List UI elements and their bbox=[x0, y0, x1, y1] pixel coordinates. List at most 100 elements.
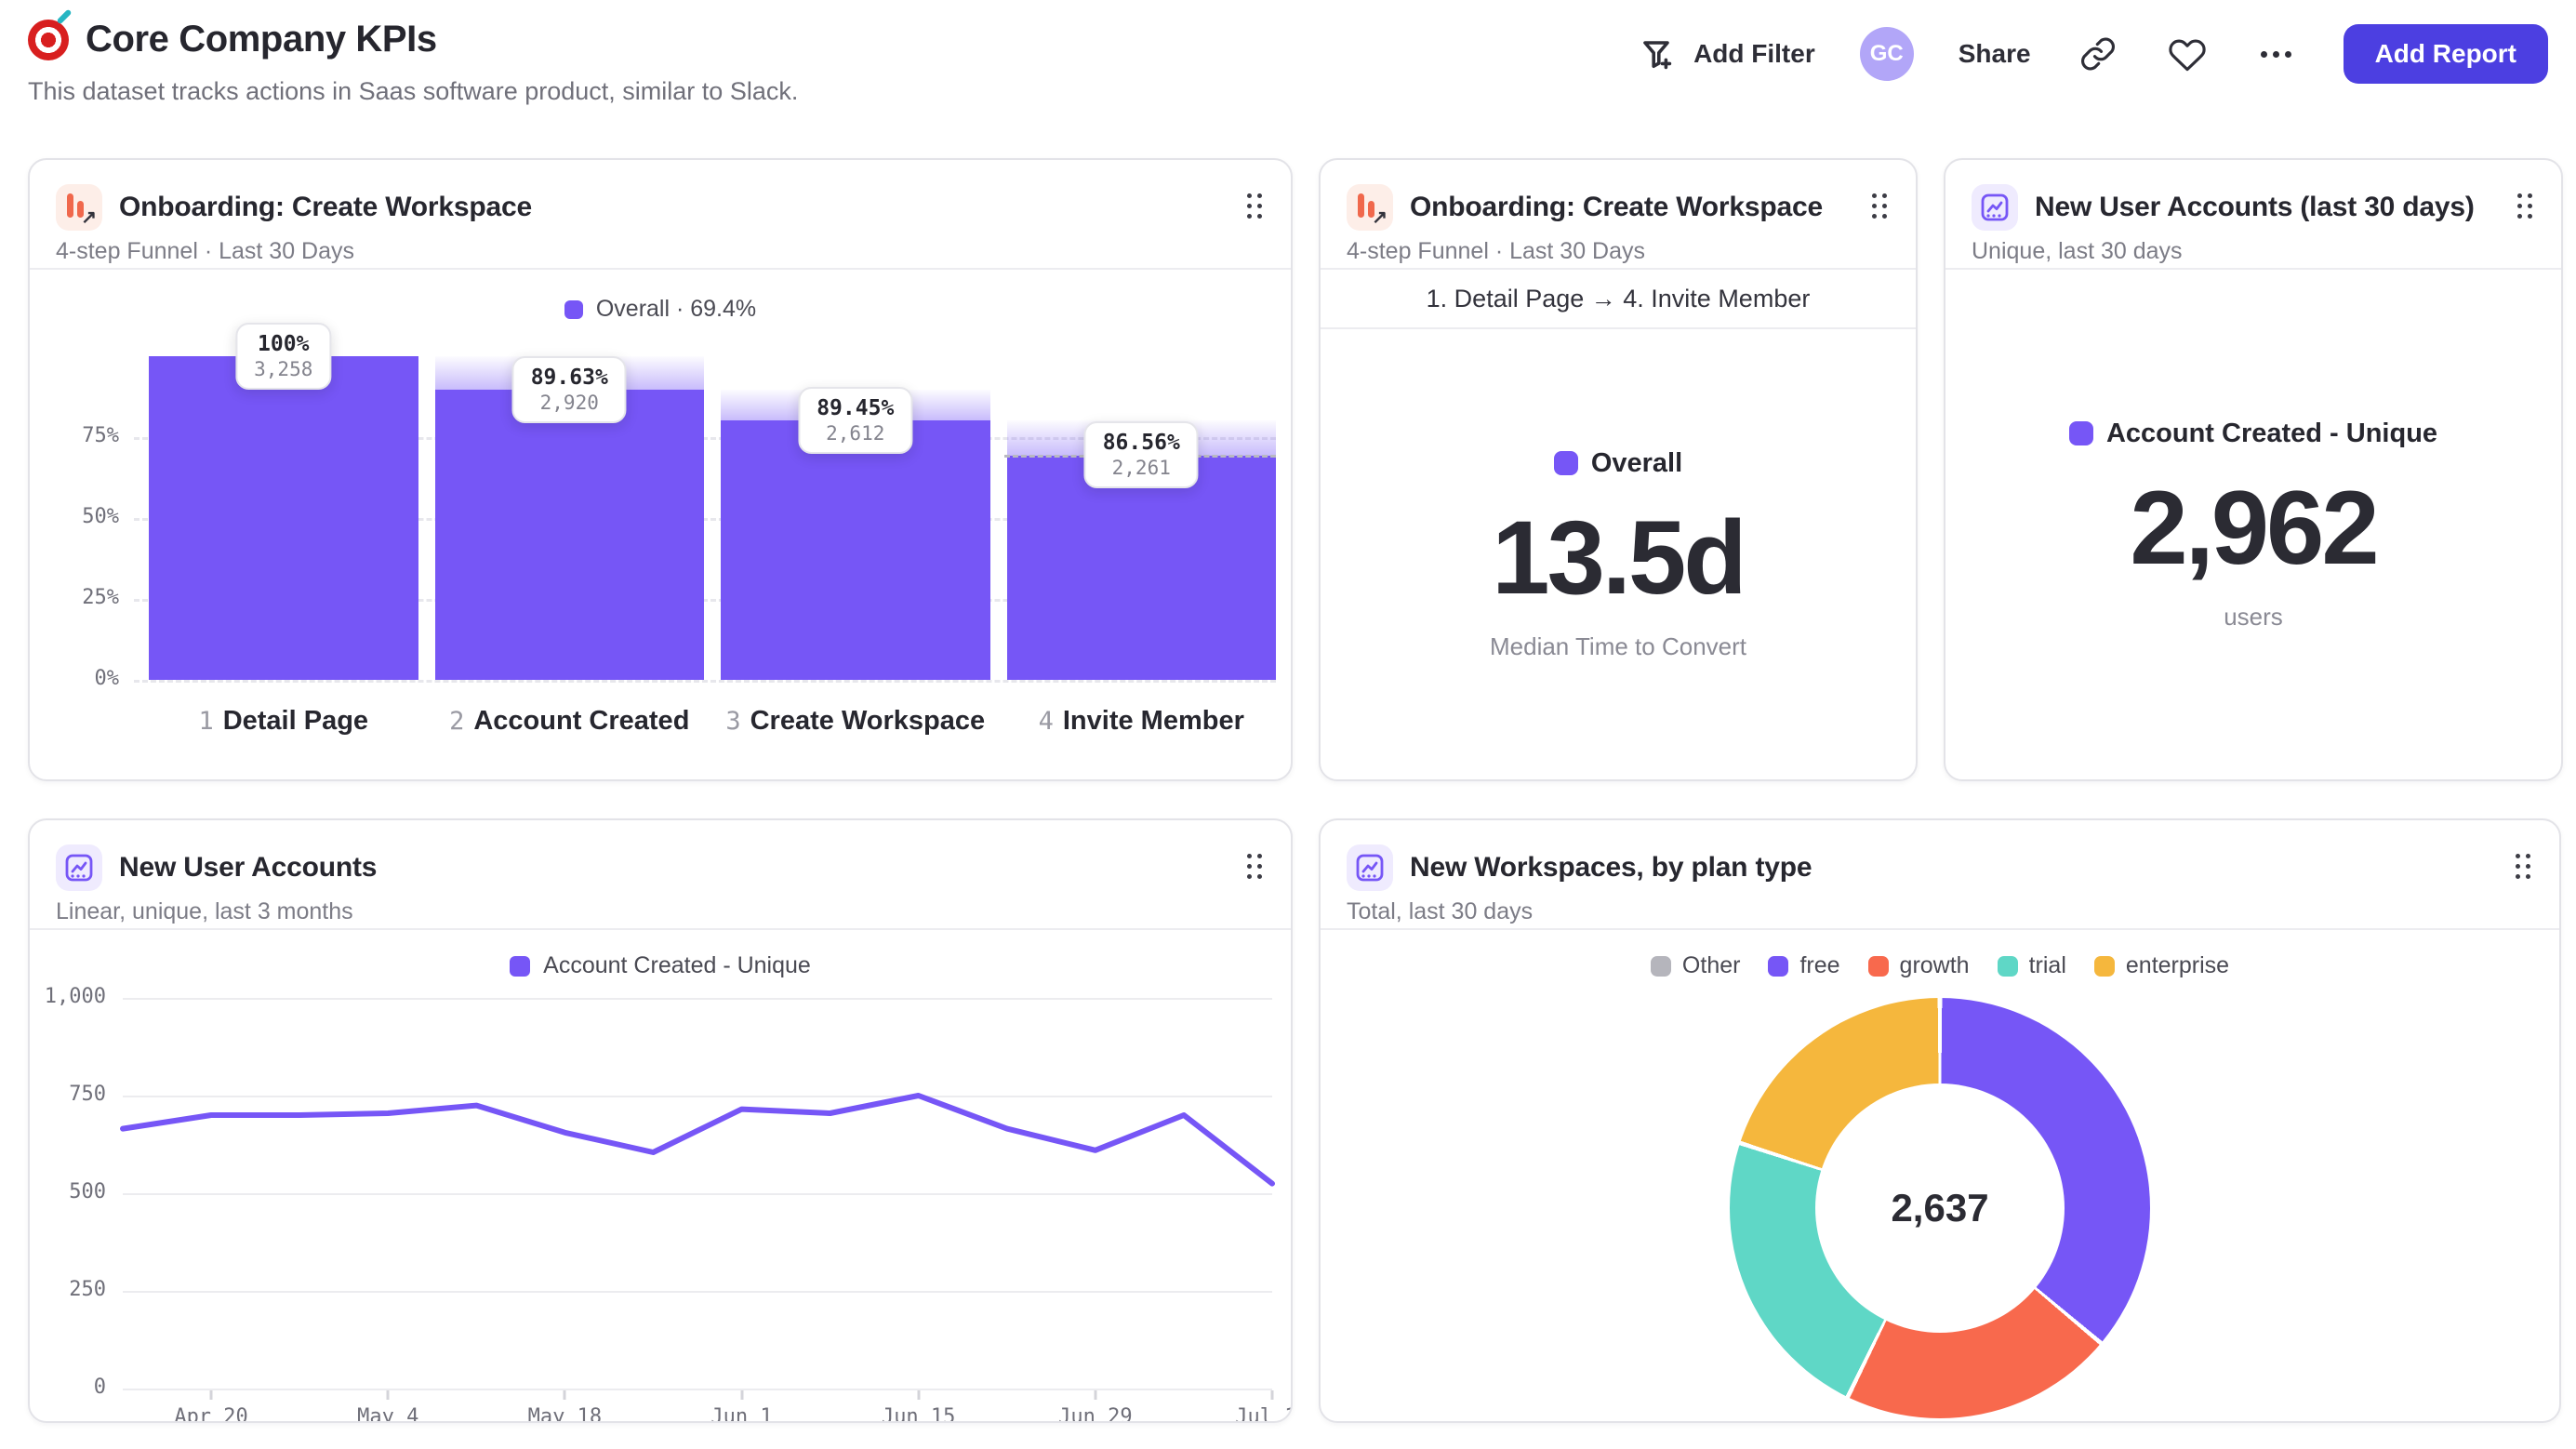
add-report-button[interactable]: Add Report bbox=[2343, 24, 2548, 84]
donut-legend: Other free growth trial enterprise bbox=[1321, 952, 2559, 979]
legend-swatch bbox=[1553, 451, 1578, 475]
legend-label: growth bbox=[1899, 952, 1970, 978]
page-header: Core Company KPIs This dataset tracks ac… bbox=[0, 0, 2576, 106]
card-new-users-30d: New User Accounts (last 30 days) Unique,… bbox=[1944, 158, 2563, 781]
card-subtitle: Total, last 30 days bbox=[1347, 898, 1534, 924]
card-subtitle: 4-step Funnel · Last 30 Days bbox=[56, 238, 354, 264]
line-chart[interactable]: 1,000 750 500 250 0 bbox=[45, 985, 1275, 1399]
line-x-tick bbox=[917, 1390, 921, 1400]
legend-label: Other bbox=[1681, 952, 1741, 978]
line-x-tick-label: Apr 20 bbox=[174, 1405, 248, 1423]
favorite-heart-icon[interactable] bbox=[2165, 32, 2210, 76]
funnel-legend[interactable]: Overall · 69.4% bbox=[30, 296, 1291, 323]
funnel-y-tick-label: 25% bbox=[82, 586, 119, 609]
funnel-step-label: 4 Invite Member bbox=[1038, 706, 1244, 736]
drag-handle-icon[interactable] bbox=[1872, 193, 1890, 221]
drag-handle-icon[interactable] bbox=[2517, 193, 2535, 221]
drag-handle-icon[interactable] bbox=[1247, 193, 1265, 221]
legend-label: free bbox=[1799, 952, 1840, 978]
funnel-bar-tooltip: 86.56% 2,261 bbox=[1083, 421, 1199, 489]
card-title[interactable]: New Workspaces, by plan type bbox=[1410, 852, 1812, 884]
line-x-tick-label: Jul 13 bbox=[1235, 1405, 1291, 1423]
more-options-icon[interactable] bbox=[2254, 32, 2299, 76]
legend-swatch bbox=[2068, 421, 2093, 445]
card-ttc-header: ↗ Onboarding: Create Workspace 4-step Fu… bbox=[1321, 160, 1916, 270]
line-legend-label: Account Created - Unique bbox=[543, 952, 811, 978]
metric-body: Account Created - Unique 2,962 users bbox=[1945, 270, 2561, 779]
new-users-caption: users bbox=[2224, 602, 2283, 631]
nu30-legend[interactable]: Account Created - Unique bbox=[2068, 418, 2438, 449]
card-subtitle: Linear, unique, last 3 months bbox=[56, 898, 353, 924]
line-x-tick-label: Jun 29 bbox=[1058, 1405, 1133, 1423]
funnel-bar-step-2[interactable]: 89.63% 2,920 bbox=[434, 356, 704, 680]
line-y-tick-label: 0 bbox=[93, 1376, 106, 1399]
drag-handle-icon[interactable] bbox=[1247, 854, 1265, 882]
card-title[interactable]: Onboarding: Create Workspace bbox=[1410, 192, 1823, 223]
card-funnel-header: ↗ Onboarding: Create Workspace 4-step Fu… bbox=[30, 160, 1291, 270]
copy-link-icon[interactable] bbox=[2076, 32, 2120, 76]
new-users-value: 2,962 bbox=[2130, 469, 2379, 586]
line-x-tick-label: May 4 bbox=[357, 1405, 419, 1423]
donut-legend-item-growth[interactable]: growth bbox=[1867, 952, 1970, 979]
line-x-tick-label: Jun 1 bbox=[710, 1405, 773, 1423]
drag-handle-icon[interactable] bbox=[2516, 854, 2533, 882]
donut-legend-item-other[interactable]: Other bbox=[1650, 952, 1741, 979]
card-title[interactable]: New User Accounts (last 30 days) bbox=[2035, 192, 2475, 223]
card-line-chart: New User Accounts Linear, unique, last 3… bbox=[28, 818, 1293, 1423]
legend-label: enterprise bbox=[2125, 952, 2230, 978]
share-button[interactable]: Share bbox=[1959, 39, 2031, 69]
line-x-axis: Apr 20 May 4 May 18 Jun 1 Jun 15 Jun 29 Jul 13 bbox=[123, 1389, 1291, 1423]
funnel-step-label: 2 Account Created bbox=[449, 706, 690, 736]
line-x-tick bbox=[1270, 1390, 1274, 1400]
line-series-path bbox=[120, 1093, 1275, 1187]
funnel-bar-step-4[interactable]: 86.56% 2,261 bbox=[1006, 356, 1276, 680]
card-donut-header: New Workspaces, by plan type Total, last… bbox=[1321, 820, 2559, 930]
donut-legend-item-free[interactable]: free bbox=[1768, 952, 1840, 979]
page-subtitle: This dataset tracks actions in Saas soft… bbox=[28, 77, 799, 105]
funnel-chart[interactable]: 75% 50% 25% 0% 100% 3,258 89.63% 2,920 89.45% 2,6… bbox=[82, 323, 1276, 690]
insights-report-icon bbox=[1972, 184, 2018, 231]
avatar[interactable]: GC bbox=[1859, 27, 1914, 81]
funnel-step-label: 1 Detail Page bbox=[198, 706, 369, 736]
card-nu30-header: New User Accounts (last 30 days) Unique,… bbox=[1945, 160, 2561, 270]
funnel-y-tick-label: 0% bbox=[94, 667, 120, 690]
legend-swatch bbox=[1867, 955, 1889, 977]
nu30-legend-label: Account Created - Unique bbox=[2105, 418, 2438, 448]
funnel-bar-tooltip: 89.63% 2,920 bbox=[511, 356, 627, 424]
funnel-y-tick-label: 75% bbox=[82, 424, 119, 447]
insights-report-icon bbox=[1347, 844, 1393, 891]
card-line-header: New User Accounts Linear, unique, last 3… bbox=[30, 820, 1291, 930]
funnel-legend-label: Overall · 69.4% bbox=[595, 296, 757, 322]
legend-swatch bbox=[1768, 955, 1789, 977]
funnel-bar-tooltip: 89.45% 2,612 bbox=[798, 387, 913, 454]
donut-chart[interactable]: 2,637 bbox=[1730, 998, 2150, 1418]
ttc-legend-label: Overall bbox=[1590, 447, 1683, 478]
funnel-report-icon: ↗ bbox=[56, 184, 102, 231]
share-label: Share bbox=[1958, 39, 2031, 68]
funnel-bar-step-3[interactable]: 89.45% 2,612 bbox=[721, 356, 990, 680]
donut-legend-item-enterprise[interactable]: enterprise bbox=[2093, 952, 2230, 979]
funnel-bar-tooltip: 100% 3,258 bbox=[235, 323, 332, 390]
card-title[interactable]: Onboarding: Create Workspace bbox=[119, 192, 532, 223]
legend-swatch bbox=[1650, 955, 1671, 977]
add-filter-button[interactable]: Add Filter bbox=[1636, 32, 1815, 76]
line-y-tick-label: 750 bbox=[69, 1083, 106, 1106]
funnel-report-icon: ↗ bbox=[1347, 184, 1393, 231]
ttc-legend[interactable]: Overall bbox=[1553, 447, 1683, 479]
line-y-tick-label: 500 bbox=[69, 1180, 106, 1203]
card-donut: New Workspaces, by plan type Total, last… bbox=[1319, 818, 2561, 1423]
card-title[interactable]: New User Accounts bbox=[119, 852, 377, 884]
target-emoji-icon bbox=[28, 19, 69, 60]
line-x-tick-label: May 18 bbox=[527, 1405, 603, 1423]
donut-legend-item-trial[interactable]: trial bbox=[1997, 952, 2066, 979]
legend-swatch bbox=[510, 955, 531, 977]
funnel-bar-step-1[interactable]: 100% 3,258 bbox=[149, 323, 418, 680]
line-x-tick bbox=[740, 1390, 744, 1400]
card-subtitle: 4-step Funnel · Last 30 Days bbox=[1347, 238, 1645, 264]
line-x-tick bbox=[386, 1390, 390, 1400]
line-x-tick-label: Jun 15 bbox=[881, 1405, 956, 1423]
line-legend[interactable]: Account Created - Unique bbox=[30, 952, 1291, 979]
line-x-tick bbox=[209, 1390, 213, 1400]
card-funnel: ↗ Onboarding: Create Workspace 4-step Fu… bbox=[28, 158, 1293, 781]
line-y-tick-label: 1,000 bbox=[44, 985, 106, 1008]
